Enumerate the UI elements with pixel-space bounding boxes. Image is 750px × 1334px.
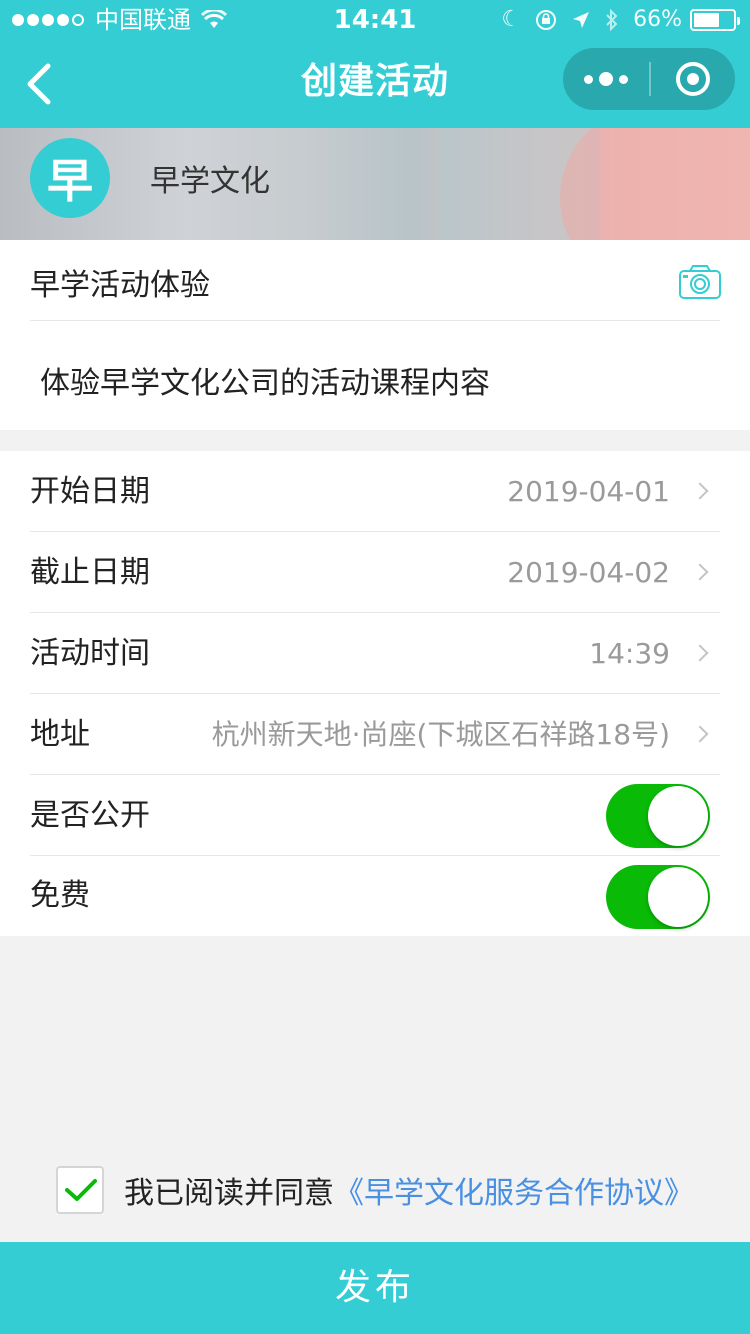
org-logo: 早	[30, 138, 110, 218]
battery-icon	[690, 9, 740, 31]
end-date-row[interactable]: 截止日期 2019-04-02	[0, 532, 750, 613]
mini-program-capsule	[563, 48, 735, 110]
activity-title[interactable]: 早学活动体验	[30, 260, 210, 304]
row-label: 是否公开	[30, 798, 150, 833]
activity-settings-form: 开始日期 2019-04-01 截止日期 2019-04-02 活动时间 14:…	[0, 451, 750, 936]
start-date-row[interactable]: 开始日期 2019-04-01	[0, 451, 750, 532]
chevron-right-icon	[691, 482, 709, 500]
battery-fill	[694, 13, 720, 27]
row-label: 地址	[30, 717, 90, 752]
status-bar: 中国联通 14:41 ☾ 66%	[0, 0, 750, 40]
agreement-link[interactable]: 《早学文化服务合作协议》	[334, 1168, 694, 1212]
header: 中国联通 14:41 ☾ 66% 创建活动	[0, 0, 750, 128]
agreement: 我已阅读并同意 《早学文化服务合作协议》	[56, 1166, 694, 1214]
free-toggle-row: 免费	[0, 856, 750, 936]
more-button[interactable]	[563, 48, 649, 110]
status-right: ☾ 66%	[487, 0, 740, 40]
agreement-text: 我已阅读并同意	[124, 1176, 334, 1211]
bluetooth-icon	[606, 9, 618, 31]
location-icon	[573, 12, 590, 28]
address-value: 杭州新天地·尚座(下城区石祥路18号)	[211, 718, 670, 751]
start-date-value: 2019-04-01	[507, 475, 670, 508]
activity-time-row[interactable]: 活动时间 14:39	[0, 613, 750, 694]
checkmark-icon	[65, 1179, 97, 1201]
row-label: 开始日期	[30, 474, 150, 509]
row-label: 截止日期	[30, 555, 150, 590]
org-name: 早学文化	[150, 164, 270, 199]
divider	[30, 320, 720, 321]
row-label: 活动时间	[30, 636, 150, 671]
address-row[interactable]: 地址 杭州新天地·尚座(下城区石祥路18号)	[0, 694, 750, 775]
end-date-value: 2019-04-02	[507, 556, 670, 589]
target-icon	[676, 62, 710, 96]
orientation-lock-icon	[536, 10, 557, 30]
moon-icon: ☾	[501, 7, 522, 32]
free-switch[interactable]	[606, 865, 710, 929]
publish-button[interactable]: 发布	[0, 1242, 750, 1334]
public-toggle-row: 是否公开	[0, 775, 750, 856]
chevron-right-icon	[691, 644, 709, 662]
camera-icon[interactable]	[678, 264, 722, 300]
public-switch[interactable]	[606, 784, 710, 848]
row-label: 免费	[30, 878, 90, 913]
agreement-checkbox[interactable]	[56, 1166, 104, 1214]
close-button[interactable]	[651, 48, 735, 110]
cover-banner[interactable]: 早 早学文化	[0, 128, 750, 240]
activity-time-value: 14:39	[589, 637, 670, 670]
activity-info-card: 早学活动体验 体验早学文化公司的活动课程内容	[0, 240, 750, 430]
activity-description[interactable]: 体验早学文化公司的活动课程内容	[40, 358, 490, 402]
nav-bar: 创建活动	[0, 40, 750, 128]
chevron-right-icon	[691, 725, 709, 743]
battery-percent: 66%	[633, 7, 682, 32]
chevron-right-icon	[691, 563, 709, 581]
